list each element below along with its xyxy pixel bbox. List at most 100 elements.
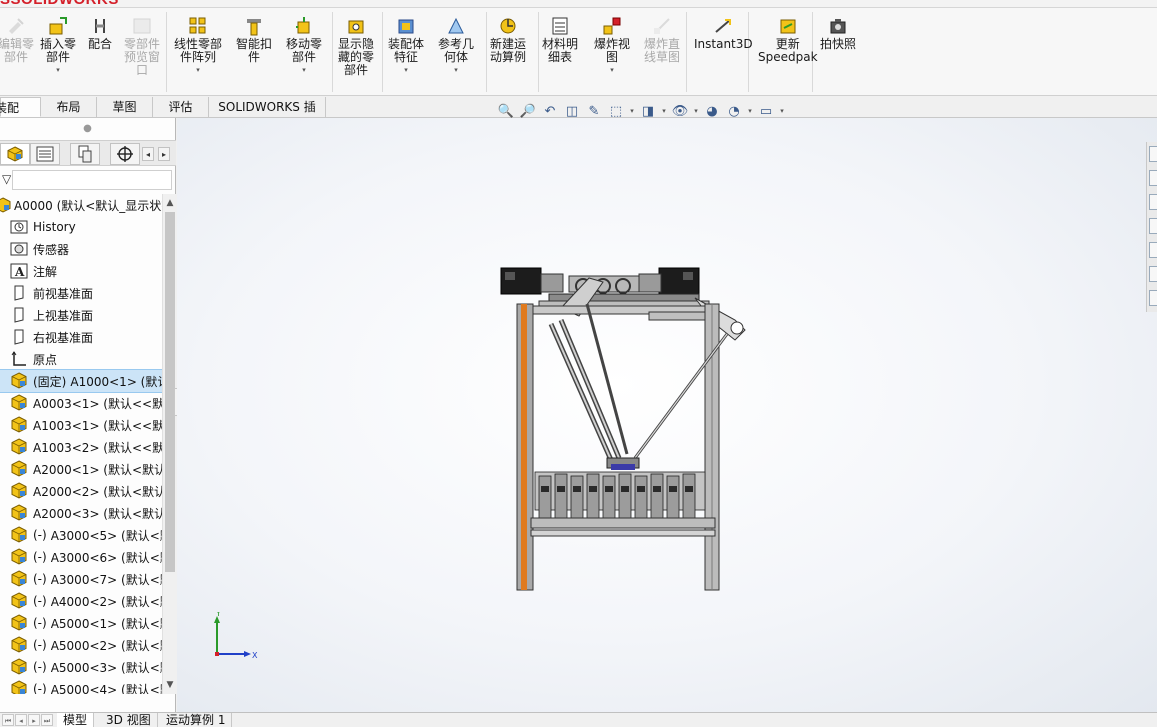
- tree-item-sensor[interactable]: 传感器: [0, 238, 162, 260]
- component-preview-icon: [132, 16, 152, 36]
- view-palette-icon[interactable]: [1149, 218, 1157, 234]
- chevron-down-icon[interactable]: ▾: [692, 107, 700, 115]
- mate-button[interactable]: 配合: [88, 16, 112, 51]
- nav-prev-icon[interactable]: ◂: [15, 714, 27, 726]
- tab-model[interactable]: 模型: [57, 713, 95, 727]
- tree-filter-input[interactable]: [12, 170, 172, 190]
- property-manager-tab[interactable]: [30, 143, 60, 165]
- component-state-prefix: (-): [33, 638, 47, 652]
- tree-item-label: 原点: [33, 352, 58, 367]
- assembly-features-button[interactable]: 装配体 特征 ▾: [388, 16, 424, 74]
- chevron-down-icon[interactable]: ▾: [610, 66, 614, 74]
- graphics-area[interactable]: Y X: [177, 118, 1157, 712]
- tree-item-component[interactable]: A0003<1> (默认<<默认: [0, 392, 162, 414]
- solidworks-window: SSOLIDWORKS 编辑零 部件插入零 部件 ▾ 配合零部件 预览窗 口线性零部…: [0, 0, 1157, 727]
- solidworks-resources-icon[interactable]: [1149, 146, 1157, 162]
- move-component-button[interactable]: 移动零 部件 ▾: [286, 16, 322, 74]
- tab-layout[interactable]: 布局: [41, 97, 97, 117]
- component-preview-button[interactable]: 零部件 预览窗 口: [124, 16, 160, 77]
- tabs-scroll-left[interactable]: ◂: [142, 147, 154, 161]
- chevron-down-icon[interactable]: ▾: [660, 107, 668, 115]
- scroll-down-arrow[interactable]: ▼: [163, 678, 177, 692]
- chevron-down-icon[interactable]: ▾: [56, 66, 60, 74]
- tree-item-component[interactable]: (-) A5000<2> (默认<默: [0, 634, 162, 656]
- panel-grip[interactable]: ●: [0, 118, 175, 140]
- tree-item-component[interactable]: (固定) A1000<1> (默认: [0, 369, 162, 393]
- tree-item-plane[interactable]: 右视基准面: [0, 326, 162, 348]
- tree-item-component[interactable]: (-) A5000<3> (默认<默: [0, 656, 162, 678]
- tree-item-component[interactable]: A2000<1> (默认<默认: [0, 458, 162, 480]
- tab-motion-study-1[interactable]: 运动算例 1: [160, 713, 233, 727]
- nav-next-icon[interactable]: ▸: [28, 714, 40, 726]
- tree-item-component[interactable]: A1003<2> (默认<<默认: [0, 436, 162, 458]
- tree-item-component[interactable]: A2000<3> (默认<默认: [0, 502, 162, 524]
- tree-item-annotation[interactable]: A 注解: [0, 260, 162, 282]
- tree-item-origin[interactable]: 原点: [0, 348, 162, 370]
- tab-evaluate[interactable]: 评估: [153, 97, 209, 117]
- explode-line-sketch-button[interactable]: 爆炸直 线草图: [644, 16, 680, 64]
- appearances-icon[interactable]: [1149, 242, 1157, 258]
- custom-properties-icon[interactable]: [1149, 266, 1157, 282]
- component-state-prefix: (-): [33, 550, 47, 564]
- tree-vertical-scrollbar[interactable]: ▲ ▼: [162, 194, 176, 694]
- design-library-icon[interactable]: [1149, 170, 1157, 186]
- bill-of-materials-button[interactable]: 材料明 细表: [542, 16, 578, 64]
- tree-item-history[interactable]: History: [0, 216, 162, 238]
- tree-item-component[interactable]: (-) A3000<6> (默认<默: [0, 546, 162, 568]
- tree-item-component[interactable]: (-) A4000<2> (默认<默: [0, 590, 162, 612]
- tab-sketch[interactable]: 草图: [97, 97, 153, 117]
- tree-root-label: A0000 (默认<默认_显示状态: [14, 198, 162, 213]
- tree-item-component[interactable]: (-) A5000<4> (默认<默: [0, 678, 162, 694]
- tree-item-label: A2000<2> (默认<默认: [33, 484, 162, 499]
- filter-icon[interactable]: ▽: [2, 172, 11, 186]
- dimxpert-tab[interactable]: [110, 143, 140, 165]
- instant3d-icon: [713, 16, 733, 36]
- tree-item-label: A5000<1> (默认<默: [50, 616, 162, 631]
- tabs-scroll-right[interactable]: ▸: [158, 147, 170, 161]
- tree-item-component[interactable]: A2000<2> (默认<默认: [0, 480, 162, 502]
- tree-item-plane[interactable]: 前视基准面: [0, 282, 162, 304]
- tree-item-label: 前视基准面: [33, 286, 94, 301]
- chevron-down-icon[interactable]: ▾: [628, 107, 636, 115]
- forum-icon[interactable]: [1149, 290, 1157, 306]
- tab-3d-views[interactable]: 3D 视图: [100, 713, 158, 727]
- exploded-view-button[interactable]: 爆炸视 图 ▾: [594, 16, 630, 74]
- reference-geometry-button[interactable]: 参考几 何体 ▾: [438, 16, 474, 74]
- tree-item-plane[interactable]: 上视基准面: [0, 304, 162, 326]
- tree-item-component[interactable]: A1003<1> (默认<<默认: [0, 414, 162, 436]
- tree-root-assembly[interactable]: A0000 (默认<默认_显示状态: [0, 194, 162, 216]
- subassembly-icon: [10, 680, 28, 694]
- tree-item-component[interactable]: (-) A3000<5> (默认<默: [0, 524, 162, 546]
- instant3d-button[interactable]: Instant3D: [694, 16, 753, 51]
- smart-fasteners-button[interactable]: 智能扣 件: [236, 16, 272, 64]
- tab-assembly[interactable]: 装配体: [0, 97, 41, 135]
- tree-item-component[interactable]: (-) A5000<1> (默认<默: [0, 612, 162, 634]
- insert-components-button[interactable]: 插入零 部件 ▾: [40, 16, 76, 74]
- scroll-up-arrow[interactable]: ▲: [163, 196, 177, 210]
- component-state-prefix: (-): [33, 616, 47, 630]
- update-speedpak-button[interactable]: 更新 Speedpak: [758, 16, 818, 64]
- tree-item-label: A4000<2> (默认<默: [50, 594, 162, 609]
- linear-pattern-button[interactable]: 线性零部 件阵列 ▾: [174, 16, 222, 74]
- ribbon-button-label: 爆炸视 图: [594, 37, 631, 64]
- take-snapshot-button[interactable]: 拍快照: [820, 16, 856, 51]
- filter-row: ▽: [0, 168, 176, 192]
- tab-solidworks-addins[interactable]: SOLIDWORKS 插件: [209, 97, 326, 134]
- edit-component-button[interactable]: 编辑零 部件: [0, 16, 34, 64]
- chevron-down-icon[interactable]: ▾: [302, 66, 306, 74]
- feature-manager-tab[interactable]: [0, 143, 30, 165]
- chevron-down-icon[interactable]: ▾: [404, 66, 408, 74]
- tree-item-component[interactable]: (-) A3000<7> (默认<默: [0, 568, 162, 590]
- delta-robot-model[interactable]: [499, 264, 759, 594]
- tree-item-label: A2000<1> (默认<默认: [33, 462, 162, 477]
- nav-last-icon[interactable]: ⏭: [41, 714, 53, 726]
- chevron-down-icon[interactable]: ▾: [196, 66, 200, 74]
- configuration-manager-tab[interactable]: [70, 143, 100, 165]
- nav-first-icon[interactable]: ⏮: [2, 714, 14, 726]
- chevron-down-icon[interactable]: ▾: [778, 107, 786, 115]
- chevron-down-icon[interactable]: ▾: [454, 66, 458, 74]
- file-explorer-icon[interactable]: [1149, 194, 1157, 210]
- show-hidden-button[interactable]: 显示隐 藏的零 部件: [338, 16, 374, 77]
- new-motion-study-button[interactable]: 新建运 动算例: [490, 16, 526, 64]
- chevron-down-icon[interactable]: ▾: [746, 107, 754, 115]
